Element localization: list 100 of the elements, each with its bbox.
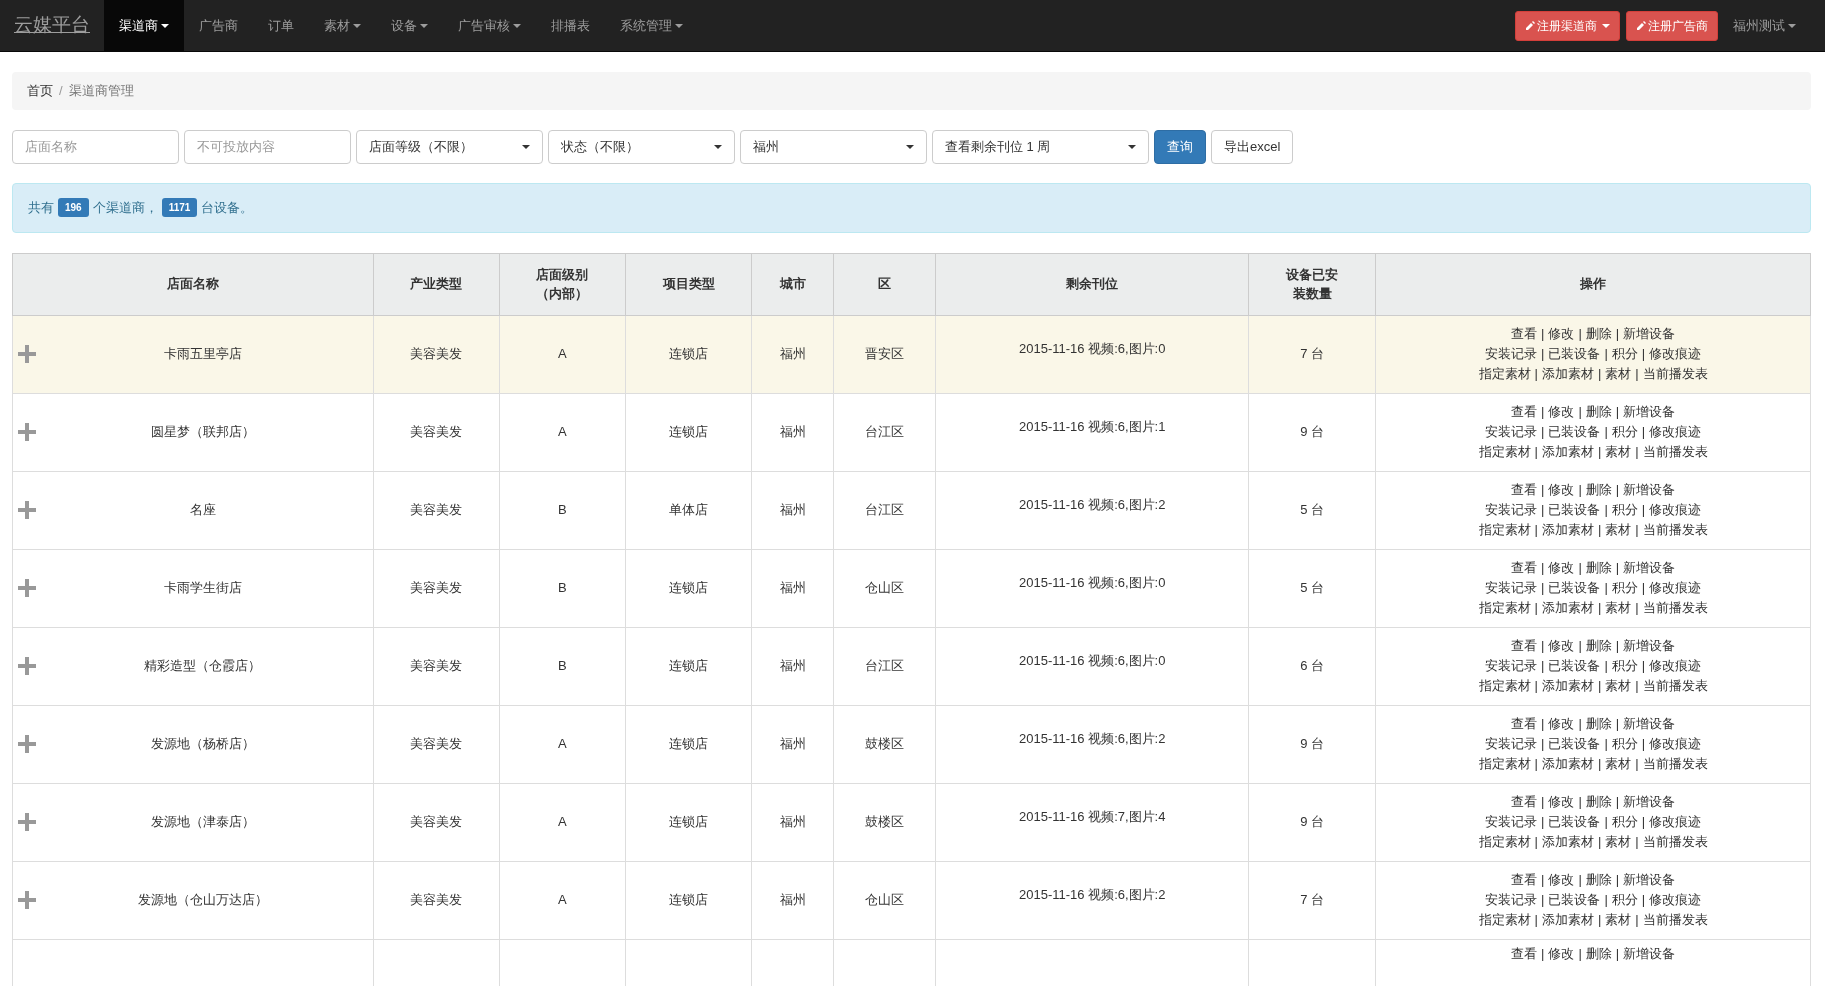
action-link[interactable]: 当前播发表 — [1642, 678, 1708, 693]
action-link[interactable]: 指定素材 — [1478, 834, 1531, 849]
nav-item[interactable]: 广告审核 — [443, 0, 536, 51]
action-link[interactable]: 当前播发表 — [1642, 366, 1708, 381]
action-link[interactable]: 安装记录 — [1485, 658, 1537, 673]
action-link[interactable]: 新增设备 — [1623, 638, 1676, 653]
action-link[interactable]: 修改 — [1548, 638, 1575, 653]
action-link[interactable]: 安装记录 — [1485, 814, 1537, 829]
action-link[interactable]: 新增设备 — [1623, 326, 1676, 341]
expand-icon[interactable] — [17, 578, 37, 598]
action-link[interactable]: 添加素材 — [1541, 756, 1594, 771]
action-link[interactable]: 查看 — [1511, 945, 1537, 961]
expand-icon[interactable] — [17, 500, 37, 520]
action-link[interactable]: 指定素材 — [1478, 678, 1531, 693]
action-link[interactable]: 素材 — [1605, 444, 1632, 459]
action-link[interactable]: 添加素材 — [1541, 834, 1594, 849]
action-link[interactable]: 查看 — [1511, 482, 1537, 497]
action-link[interactable]: 查看 — [1511, 638, 1537, 653]
action-link[interactable]: 删除 — [1585, 945, 1612, 961]
action-link[interactable]: 修改痕迹 — [1649, 346, 1702, 361]
action-link[interactable]: 新增设备 — [1623, 716, 1676, 731]
action-link[interactable]: 安装记录 — [1485, 346, 1537, 361]
nav-item[interactable]: 设备 — [376, 0, 443, 51]
action-link[interactable]: 修改 — [1548, 872, 1575, 887]
action-link[interactable]: 新增设备 — [1623, 560, 1676, 575]
action-link[interactable]: 添加素材 — [1541, 366, 1594, 381]
action-link[interactable]: 素材 — [1605, 912, 1632, 927]
action-link[interactable]: 删除 — [1585, 794, 1612, 809]
action-link[interactable]: 指定素材 — [1478, 522, 1531, 537]
brand-logo[interactable]: 云媒平台 — [0, 0, 104, 51]
action-link[interactable]: 当前播发表 — [1642, 834, 1708, 849]
nav-item[interactable]: 系统管理 — [605, 0, 698, 51]
action-link[interactable]: 当前播发表 — [1642, 756, 1708, 771]
action-link[interactable]: 指定素材 — [1478, 366, 1531, 381]
action-link[interactable]: 修改 — [1548, 560, 1575, 575]
action-link[interactable]: 指定素材 — [1478, 600, 1531, 615]
action-link[interactable]: 添加素材 — [1541, 600, 1594, 615]
action-link[interactable]: 积分 — [1611, 658, 1638, 673]
action-link[interactable]: 安装记录 — [1485, 580, 1537, 595]
expand-icon[interactable] — [17, 734, 37, 754]
action-link[interactable]: 删除 — [1585, 638, 1612, 653]
nav-item[interactable]: 广告商 — [184, 0, 253, 51]
action-link[interactable]: 修改 — [1548, 945, 1575, 961]
input-field[interactable]: 不可投放内容 — [184, 129, 351, 164]
action-link[interactable]: 修改痕迹 — [1649, 736, 1702, 751]
action-link[interactable]: 修改 — [1548, 716, 1575, 731]
action-link[interactable]: 新增设备 — [1623, 482, 1676, 497]
action-link[interactable]: 积分 — [1611, 736, 1638, 751]
action-link[interactable]: 添加素材 — [1541, 444, 1594, 459]
nav-item[interactable]: 素材 — [309, 0, 376, 51]
action-link[interactable]: 素材 — [1605, 834, 1632, 849]
action-link[interactable]: 素材 — [1605, 756, 1632, 771]
action-link[interactable]: 安装记录 — [1485, 502, 1537, 517]
action-link[interactable]: 修改痕迹 — [1649, 658, 1702, 673]
expand-icon[interactable] — [17, 890, 37, 910]
action-link[interactable]: 新增设备 — [1623, 794, 1676, 809]
action-link[interactable]: 已装设备 — [1548, 346, 1601, 361]
action-link[interactable]: 素材 — [1605, 600, 1632, 615]
select-dropdown[interactable]: 店面等级（不限） — [356, 129, 543, 164]
action-link[interactable]: 查看 — [1511, 716, 1537, 731]
search-button[interactable]: 查询 — [1154, 129, 1206, 164]
action-link[interactable]: 查看 — [1511, 872, 1537, 887]
action-link[interactable]: 查看 — [1511, 560, 1537, 575]
action-link[interactable]: 安装记录 — [1485, 424, 1537, 439]
action-link[interactable]: 已装设备 — [1548, 502, 1601, 517]
action-link[interactable]: 当前播发表 — [1642, 600, 1708, 615]
action-link[interactable]: 删除 — [1585, 482, 1612, 497]
action-link[interactable]: 指定素材 — [1478, 756, 1531, 771]
action-link[interactable]: 修改痕迹 — [1649, 424, 1702, 439]
action-link[interactable]: 安装记录 — [1485, 736, 1537, 751]
action-link[interactable]: 当前播发表 — [1642, 522, 1708, 537]
action-link[interactable]: 积分 — [1611, 814, 1638, 829]
action-link[interactable]: 修改痕迹 — [1649, 892, 1702, 907]
action-link[interactable]: 删除 — [1585, 716, 1612, 731]
expand-icon[interactable] — [17, 656, 37, 676]
action-link[interactable]: 积分 — [1611, 580, 1638, 595]
register-button[interactable]: 注册广告商 — [1626, 10, 1718, 41]
action-link[interactable]: 已装设备 — [1548, 814, 1601, 829]
action-link[interactable]: 积分 — [1611, 892, 1638, 907]
action-link[interactable]: 当前播发表 — [1642, 912, 1708, 927]
action-link[interactable]: 当前播发表 — [1642, 444, 1708, 459]
action-link[interactable]: 已装设备 — [1548, 736, 1601, 751]
action-link[interactable]: 修改 — [1548, 326, 1575, 341]
action-link[interactable]: 已装设备 — [1548, 424, 1601, 439]
action-link[interactable]: 素材 — [1605, 366, 1632, 381]
action-link[interactable]: 新增设备 — [1623, 945, 1676, 961]
action-link[interactable]: 修改 — [1548, 404, 1575, 419]
action-link[interactable]: 积分 — [1611, 502, 1638, 517]
action-link[interactable]: 新增设备 — [1623, 872, 1676, 887]
action-link[interactable]: 已装设备 — [1548, 580, 1601, 595]
action-link[interactable]: 指定素材 — [1478, 912, 1531, 927]
action-link[interactable]: 删除 — [1585, 404, 1612, 419]
action-link[interactable]: 修改 — [1548, 482, 1575, 497]
register-button[interactable]: 注册渠道商 — [1515, 10, 1620, 41]
action-link[interactable]: 新增设备 — [1623, 404, 1676, 419]
action-link[interactable]: 指定素材 — [1478, 444, 1531, 459]
expand-icon[interactable] — [17, 344, 37, 364]
nav-item[interactable]: 排播表 — [536, 0, 605, 51]
select-dropdown[interactable]: 查看剩余刊位 1 周 — [932, 129, 1149, 164]
action-link[interactable]: 删除 — [1585, 560, 1612, 575]
